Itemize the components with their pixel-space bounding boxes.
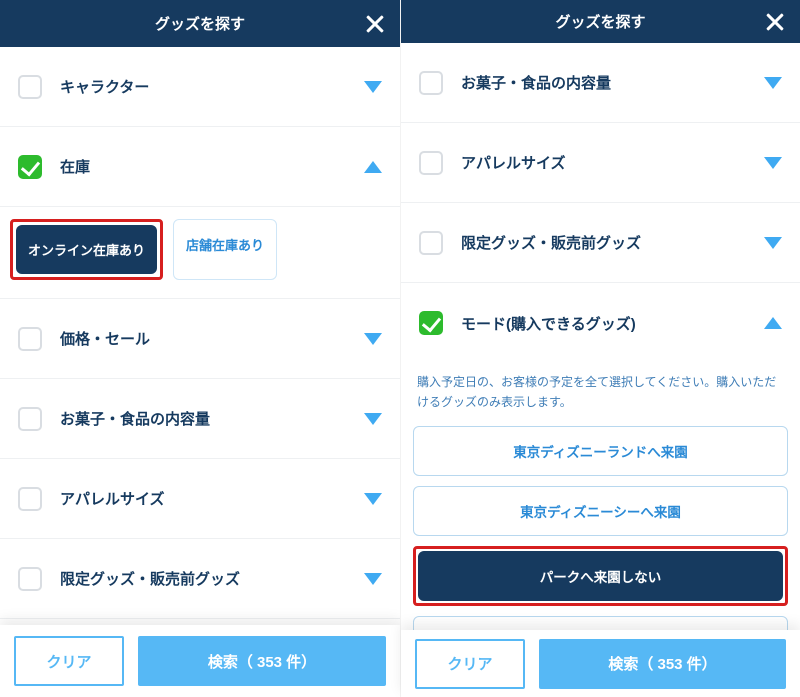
close-icon[interactable] [364, 13, 386, 35]
filter-label: 限定グッズ・販売前グッズ [60, 568, 364, 589]
panel-footer: クリア 検索（ 353 件） [401, 630, 800, 697]
panel-footer: クリア 検索（ 353 件） [0, 625, 400, 697]
chevron-up-icon [364, 161, 382, 173]
chevron-down-icon [364, 333, 382, 345]
filter-label: 価格・セール [60, 328, 364, 349]
filter-row-limited[interactable]: 限定グッズ・販売前グッズ [401, 203, 800, 283]
chevron-down-icon [364, 493, 382, 505]
chevron-down-icon [364, 81, 382, 93]
filter-label: モード(購入できるグッズ) [461, 313, 764, 334]
clear-button[interactable]: クリア [415, 639, 525, 689]
filter-label: アパレルサイズ [461, 152, 764, 173]
close-icon[interactable] [764, 11, 786, 33]
clear-button[interactable]: クリア [14, 636, 124, 686]
mode-option-land[interactable]: 東京ディズニーランドへ来園 [413, 426, 788, 476]
chip-store-stock[interactable]: 店舗在庫あり [173, 219, 277, 280]
checkbox-icon[interactable] [18, 567, 42, 591]
filter-label: お菓子・食品の内容量 [60, 408, 364, 429]
checkbox-icon[interactable] [18, 155, 42, 179]
checkbox-icon[interactable] [419, 311, 443, 335]
checkbox-icon[interactable] [18, 487, 42, 511]
checkbox-icon[interactable] [18, 327, 42, 351]
filter-row-apparel[interactable]: アパレルサイズ [0, 459, 400, 539]
checkbox-icon[interactable] [419, 151, 443, 175]
chevron-down-icon [764, 157, 782, 169]
mode-note: 購入予定日の、お客様の予定を全て選択してください。購入いただけるグッズのみ表示し… [401, 363, 800, 425]
chip-online-stock[interactable]: オンライン在庫あり [16, 225, 157, 274]
chevron-down-icon [364, 573, 382, 585]
filter-label: 限定グッズ・販売前グッズ [461, 232, 764, 253]
chevron-down-icon [364, 413, 382, 425]
filter-label: 在庫 [60, 156, 364, 177]
highlight-box: パークへ来園しない [413, 546, 788, 606]
filter-panel-right: グッズを探す お菓子・食品の内容量 アパレルサイズ 限定グッズ・販売前グッズ モ… [400, 0, 800, 697]
checkbox-icon[interactable] [419, 231, 443, 255]
panel-title: グッズを探す [155, 13, 245, 34]
panel-header: グッズを探す [0, 0, 400, 47]
filter-row-limited[interactable]: 限定グッズ・販売前グッズ [0, 539, 400, 619]
filter-label: お菓子・食品の内容量 [461, 72, 764, 93]
filter-row-mode[interactable]: モード(購入できるグッズ) [401, 283, 800, 363]
filter-scroll: キャラクター 在庫 オンライン在庫あり 店舗在庫あり 価格・セール お菓子・食品… [0, 47, 400, 625]
stock-chip-group: オンライン在庫あり 店舗在庫あり [0, 207, 400, 299]
filter-label: アパレルサイズ [60, 488, 364, 509]
filter-row-food[interactable]: お菓子・食品の内容量 [0, 379, 400, 459]
mode-option-sea[interactable]: 東京ディズニーシーへ来園 [413, 486, 788, 536]
filter-row-apparel[interactable]: アパレルサイズ [401, 123, 800, 203]
mode-option-no-visit[interactable]: パークへ来園しない [418, 551, 783, 601]
filter-row-price[interactable]: 価格・セール [0, 299, 400, 379]
filter-row-food[interactable]: お菓子・食品の内容量 [401, 43, 800, 123]
mode-option-fanderful[interactable]: 「ファンダフル・ディズニー」メンバー [413, 616, 788, 631]
chevron-down-icon [764, 237, 782, 249]
checkbox-icon[interactable] [419, 71, 443, 95]
checkbox-icon[interactable] [18, 75, 42, 99]
filter-label: キャラクター [60, 76, 364, 97]
panel-header: グッズを探す [401, 0, 800, 43]
chevron-up-icon [764, 317, 782, 329]
highlight-box: オンライン在庫あり [10, 219, 163, 280]
chevron-down-icon [764, 77, 782, 89]
mode-option-group: 東京ディズニーランドへ来園 東京ディズニーシーへ来園 パークへ来園しない 「ファ… [401, 426, 800, 631]
panel-title: グッズを探す [555, 11, 645, 32]
search-button[interactable]: 検索（ 353 件） [138, 636, 386, 686]
filter-scroll: お菓子・食品の内容量 アパレルサイズ 限定グッズ・販売前グッズ モード(購入でき… [401, 43, 800, 630]
filter-row-character[interactable]: キャラクター [0, 47, 400, 127]
filter-row-stock[interactable]: 在庫 [0, 127, 400, 207]
filter-panel-left: グッズを探す キャラクター 在庫 オンライン在庫あり 店舗在庫あり 価格・セール [0, 0, 400, 697]
checkbox-icon[interactable] [18, 407, 42, 431]
search-button[interactable]: 検索（ 353 件） [539, 639, 786, 689]
